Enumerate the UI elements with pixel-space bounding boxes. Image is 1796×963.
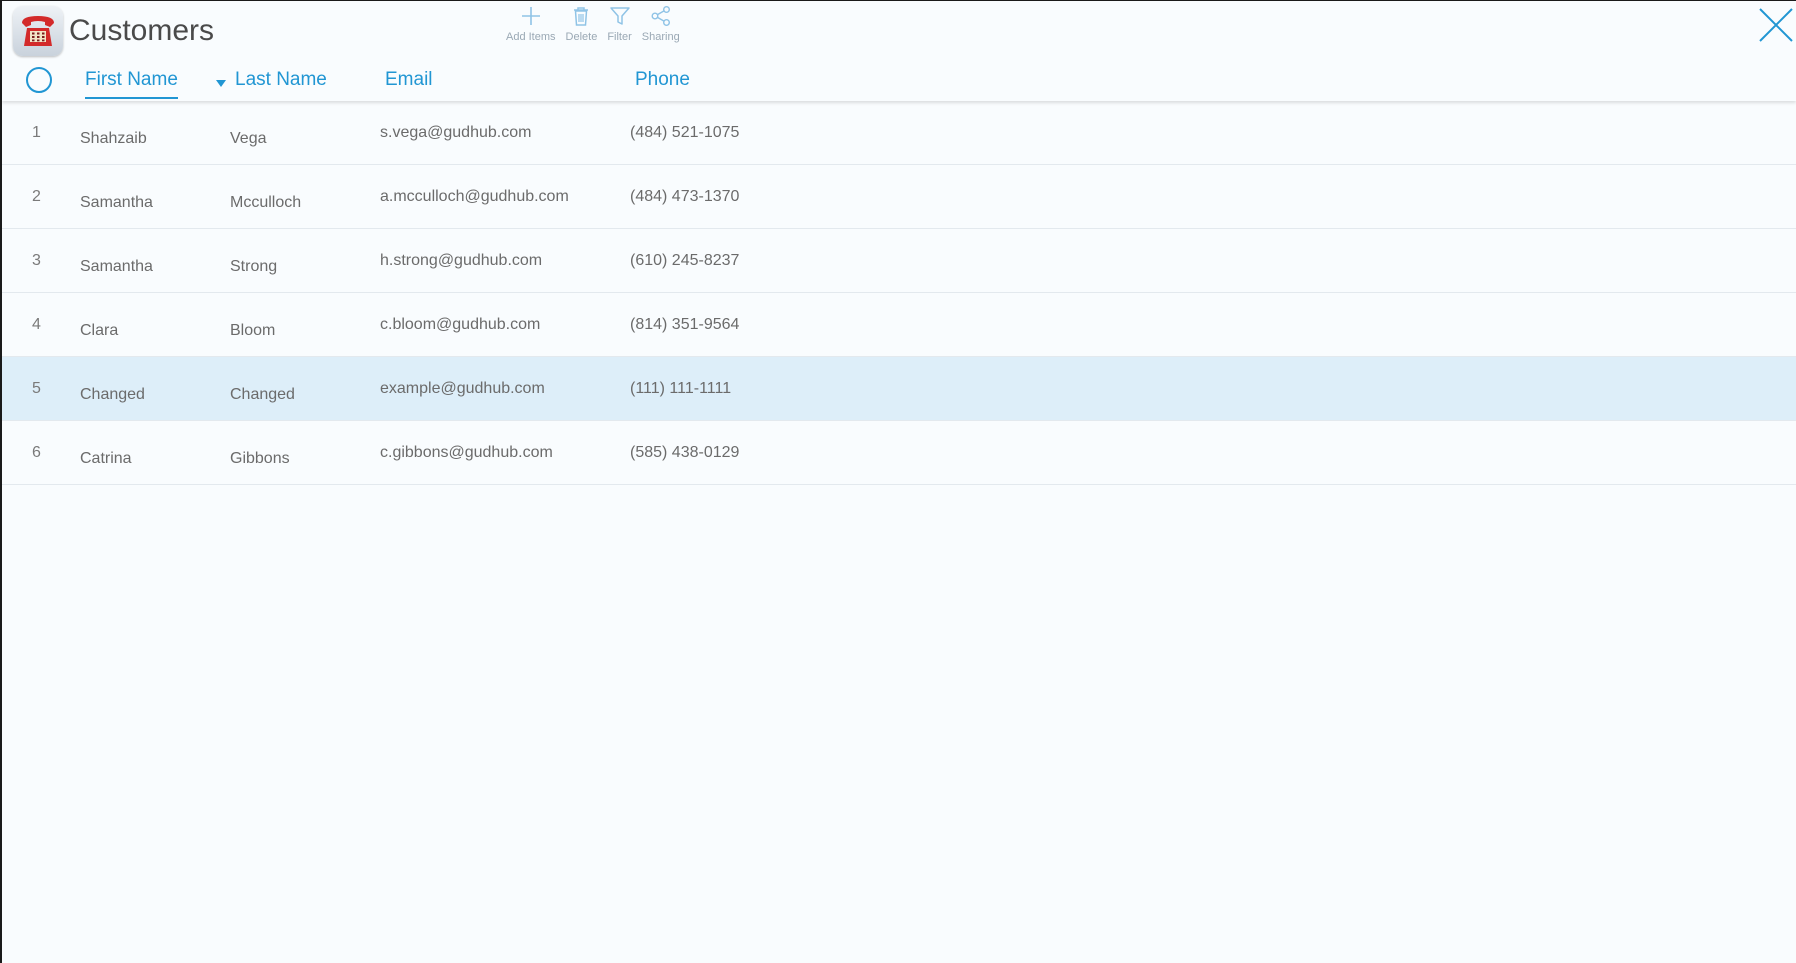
column-header-first-name[interactable]: First Name (85, 68, 178, 99)
last-name-cell: Changed (230, 386, 295, 403)
email-cell: c.gibbons@gudhub.com (380, 444, 553, 461)
column-header-email[interactable]: Email (385, 68, 433, 92)
sharing-button[interactable]: Sharing (642, 5, 680, 44)
first-name-cell: Samantha (80, 258, 153, 275)
last-name-cell: Strong (230, 258, 278, 275)
delete-button[interactable]: Delete (565, 5, 598, 44)
select-all-checkbox[interactable] (26, 67, 52, 93)
trash-icon (570, 5, 592, 27)
table-row[interactable]: 6 Catrina Gibbons c.gibbons@gudhub.com (… (2, 421, 1796, 485)
sort-desc-icon[interactable] (216, 80, 226, 87)
filter-label: Filter (607, 31, 632, 43)
header: Customers Add Items Delete Filter Sharin… (2, 1, 1796, 101)
customers-table: 1 Shahzaib Vega s.vega@gudhub.com (484) … (2, 101, 1796, 485)
first-name-cell: Samantha (80, 194, 153, 211)
table-row-selected[interactable]: 5 Changed Changed example@gudhub.com (11… (2, 357, 1796, 421)
column-header-last-name[interactable]: Last Name (235, 68, 327, 92)
first-name-cell: Shahzaib (80, 130, 147, 147)
column-header-phone[interactable]: Phone (635, 68, 690, 92)
last-name-cell: Bloom (230, 322, 276, 339)
page-title: Customers (69, 14, 215, 47)
sharing-label: Sharing (641, 31, 680, 43)
row-number: 4 (32, 316, 41, 333)
email-cell: c.bloom@gudhub.com (380, 316, 541, 333)
first-name-cell: Clara (80, 322, 119, 339)
phone-cell: (484) 521-1075 (630, 124, 740, 141)
telephone-icon (13, 6, 63, 56)
customers-window: Customers Add Items Delete Filter Sharin… (0, 0, 1796, 963)
last-name-cell: Mcculloch (230, 194, 302, 211)
email-cell: a.mcculloch@gudhub.com (380, 188, 569, 205)
phone-cell: (585) 438-0129 (630, 444, 740, 461)
first-name-cell: Changed (80, 386, 145, 403)
column-headers: First Name Last Name Email Phone (2, 61, 1796, 101)
email-cell: h.strong@gudhub.com (380, 252, 543, 269)
email-cell: example@gudhub.com (380, 380, 545, 397)
share-icon (650, 5, 672, 27)
plus-icon (520, 5, 542, 27)
close-button[interactable] (1756, 5, 1796, 45)
last-name-cell: Vega (230, 130, 267, 147)
toolbar: Add Items Delete Filter Sharing (506, 5, 690, 44)
add-items-label: Add Items (506, 31, 556, 43)
table-row[interactable]: 3 Samantha Strong h.strong@gudhub.com (6… (2, 229, 1796, 293)
table-row[interactable]: 2 Samantha Mcculloch a.mcculloch@gudhub.… (2, 165, 1796, 229)
phone-cell: (610) 245-8237 (630, 252, 740, 269)
phone-cell: (111) 111-1111 (630, 380, 732, 397)
row-number: 1 (32, 124, 41, 141)
first-name-cell: Catrina (80, 450, 132, 467)
add-items-button[interactable]: Add Items (506, 5, 556, 44)
table-row[interactable]: 4 Clara Bloom c.bloom@gudhub.com (814) 3… (2, 293, 1796, 357)
table-row[interactable]: 1 Shahzaib Vega s.vega@gudhub.com (484) … (2, 101, 1796, 165)
filter-icon (609, 5, 631, 27)
row-number: 2 (32, 188, 41, 205)
row-number: 3 (32, 252, 41, 269)
email-cell: s.vega@gudhub.com (380, 124, 532, 141)
phone-cell: (814) 351-9564 (630, 316, 740, 333)
close-icon (1756, 8, 1796, 49)
filter-button[interactable]: Filter (607, 5, 632, 44)
row-number: 5 (32, 380, 41, 397)
last-name-cell: Gibbons (230, 450, 290, 467)
row-number: 6 (32, 444, 41, 461)
delete-label: Delete (565, 31, 598, 43)
phone-cell: (484) 473-1370 (630, 188, 740, 205)
